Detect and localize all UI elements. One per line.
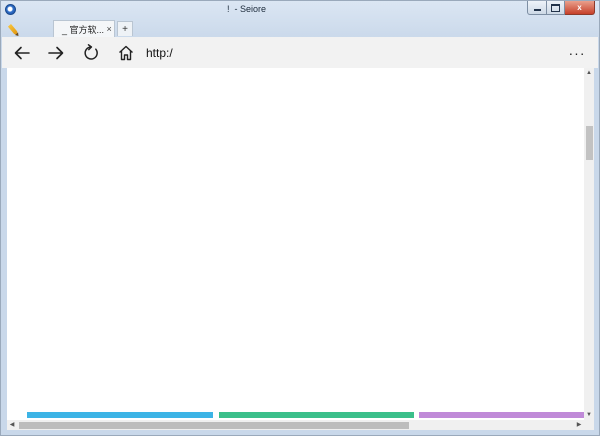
browser-window: ! - Seiore x _ 官方软... × + http:/ ··· ▲ ▼… (0, 0, 600, 436)
horizontal-scrollbar[interactable]: ◀ ▶ (7, 420, 584, 430)
refresh-button[interactable] (80, 42, 102, 64)
maximize-button[interactable] (547, 1, 565, 15)
back-button[interactable] (11, 42, 33, 64)
scroll-left-icon[interactable]: ◀ (7, 420, 17, 430)
more-menu-button[interactable]: ··· (567, 42, 587, 64)
strip-green (219, 412, 414, 418)
minimize-button[interactable] (527, 1, 547, 15)
scroll-down-icon[interactable]: ▼ (584, 410, 594, 420)
maximize-icon (551, 3, 560, 12)
vertical-scroll-thumb[interactable] (586, 126, 593, 160)
tab-strip: _ 官方软... × + (1, 19, 599, 37)
close-icon: x (577, 3, 582, 12)
home-button[interactable] (115, 42, 137, 64)
scroll-right-icon[interactable]: ▶ (574, 420, 584, 430)
address-input[interactable]: http:/ (142, 43, 542, 63)
window-title: ! - Seiore (227, 4, 267, 14)
pinned-tab[interactable] (4, 21, 22, 37)
horizontal-scroll-thumb[interactable] (19, 422, 409, 429)
pencil-icon (7, 23, 19, 35)
refresh-icon (84, 44, 98, 60)
plus-icon: + (122, 23, 128, 35)
arrow-right-icon (48, 46, 64, 60)
navigation-bar: http:/ ··· (2, 37, 598, 68)
page-content[interactable] (7, 68, 584, 420)
scrollbar-corner (584, 420, 594, 430)
vertical-scrollbar[interactable]: ▲ ▼ (584, 68, 594, 420)
close-window-button[interactable]: x (565, 1, 595, 15)
scroll-up-icon[interactable]: ▲ (584, 68, 594, 78)
title-bar[interactable]: ! - Seiore x (1, 1, 599, 19)
browser-logo-icon (5, 4, 16, 15)
window-controls: x (527, 1, 595, 17)
tab-label: _ 官方软... (62, 24, 105, 35)
home-icon (119, 45, 133, 61)
strip-purple (419, 412, 584, 418)
new-tab-button[interactable]: + (117, 21, 133, 36)
tab-close-icon[interactable]: × (104, 24, 114, 34)
arrow-left-icon (14, 46, 30, 60)
tab-active[interactable]: _ 官方软... × (53, 20, 115, 37)
more-icon: ··· (568, 45, 586, 61)
minimize-icon (533, 8, 541, 11)
forward-button[interactable] (45, 42, 67, 64)
strip-blue (27, 412, 213, 418)
color-strips (27, 412, 584, 418)
